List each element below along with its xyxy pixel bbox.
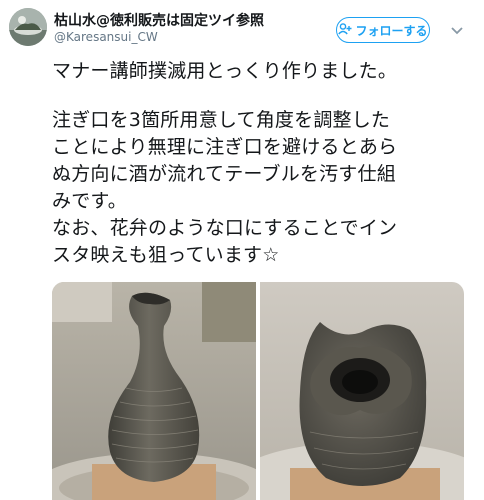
tweet-text-line: マナー講師撲滅用とっくり作りました。 — [52, 60, 398, 82]
follow-button[interactable]: フォローする — [336, 17, 430, 43]
tweet-card: 枯山水@徳利販売は固定ツイ参照 @Karesansui_CW フォローする マナ… — [0, 0, 484, 500]
follow-button-label: フォローする — [355, 23, 428, 38]
user-handle[interactable]: @Karesansui_CW — [54, 30, 158, 44]
media-photo-side-view[interactable] — [52, 282, 256, 500]
tweet-text-line: 注ぎ口を3箇所用意して角度を調整した — [52, 109, 391, 131]
tweet-text-line: スタ映えも狙っています☆ — [52, 244, 280, 266]
display-name[interactable]: 枯山水@徳利販売は固定ツイ参照 — [54, 10, 264, 30]
tweet-text: マナー講師撲滅用とっくり作りました。 注ぎ口を3箇所用意して角度を調整した こと… — [52, 58, 472, 269]
tweet-text-line: ことにより無理に注ぎ口を避けるとあら — [52, 136, 398, 158]
tweet-text-line: ぬ方向に酒が流れてテーブルを汚す仕組 — [52, 163, 396, 185]
person-plus-icon — [338, 22, 352, 38]
tweet-media — [52, 282, 464, 500]
chevron-down-icon[interactable] — [450, 22, 464, 36]
avatar[interactable] — [9, 8, 47, 46]
tweet-text-line: なお、花弁のような口にすることでイン — [52, 217, 398, 239]
tweet-text-line: みです。 — [52, 190, 127, 212]
media-photo-top-view[interactable] — [260, 282, 464, 500]
